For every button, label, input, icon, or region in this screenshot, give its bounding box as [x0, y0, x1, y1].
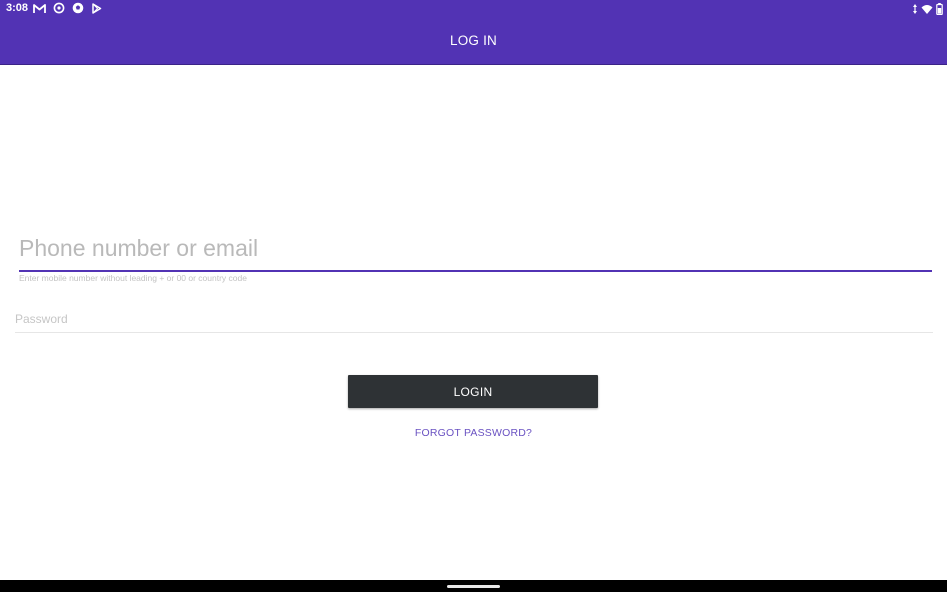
navigation-bar	[0, 580, 947, 592]
page-title: LOG IN	[450, 33, 497, 48]
football-icon	[72, 2, 84, 14]
sync-icon	[53, 2, 65, 14]
phone-email-field[interactable]	[19, 230, 932, 272]
gmail-icon	[33, 3, 46, 14]
login-screen: 3:08 LOG IN Phone number or email Enter …	[0, 0, 947, 592]
forgot-password-link[interactable]: FORGOT PASSWORD?	[0, 427, 947, 439]
phone-helper-text: Enter mobile number without leading + or…	[19, 273, 247, 283]
password-field[interactable]	[15, 309, 933, 333]
app-bar: LOG IN	[0, 18, 947, 65]
status-time: 3:08	[6, 2, 29, 14]
phone-email-input[interactable]	[19, 232, 932, 264]
home-gesture-handle[interactable]	[447, 585, 500, 588]
notification-icons	[33, 2, 102, 14]
login-button[interactable]: LOGIN	[348, 375, 598, 408]
password-input[interactable]	[15, 310, 933, 328]
status-bar: 3:08	[0, 0, 947, 18]
play-store-icon	[91, 2, 102, 14]
